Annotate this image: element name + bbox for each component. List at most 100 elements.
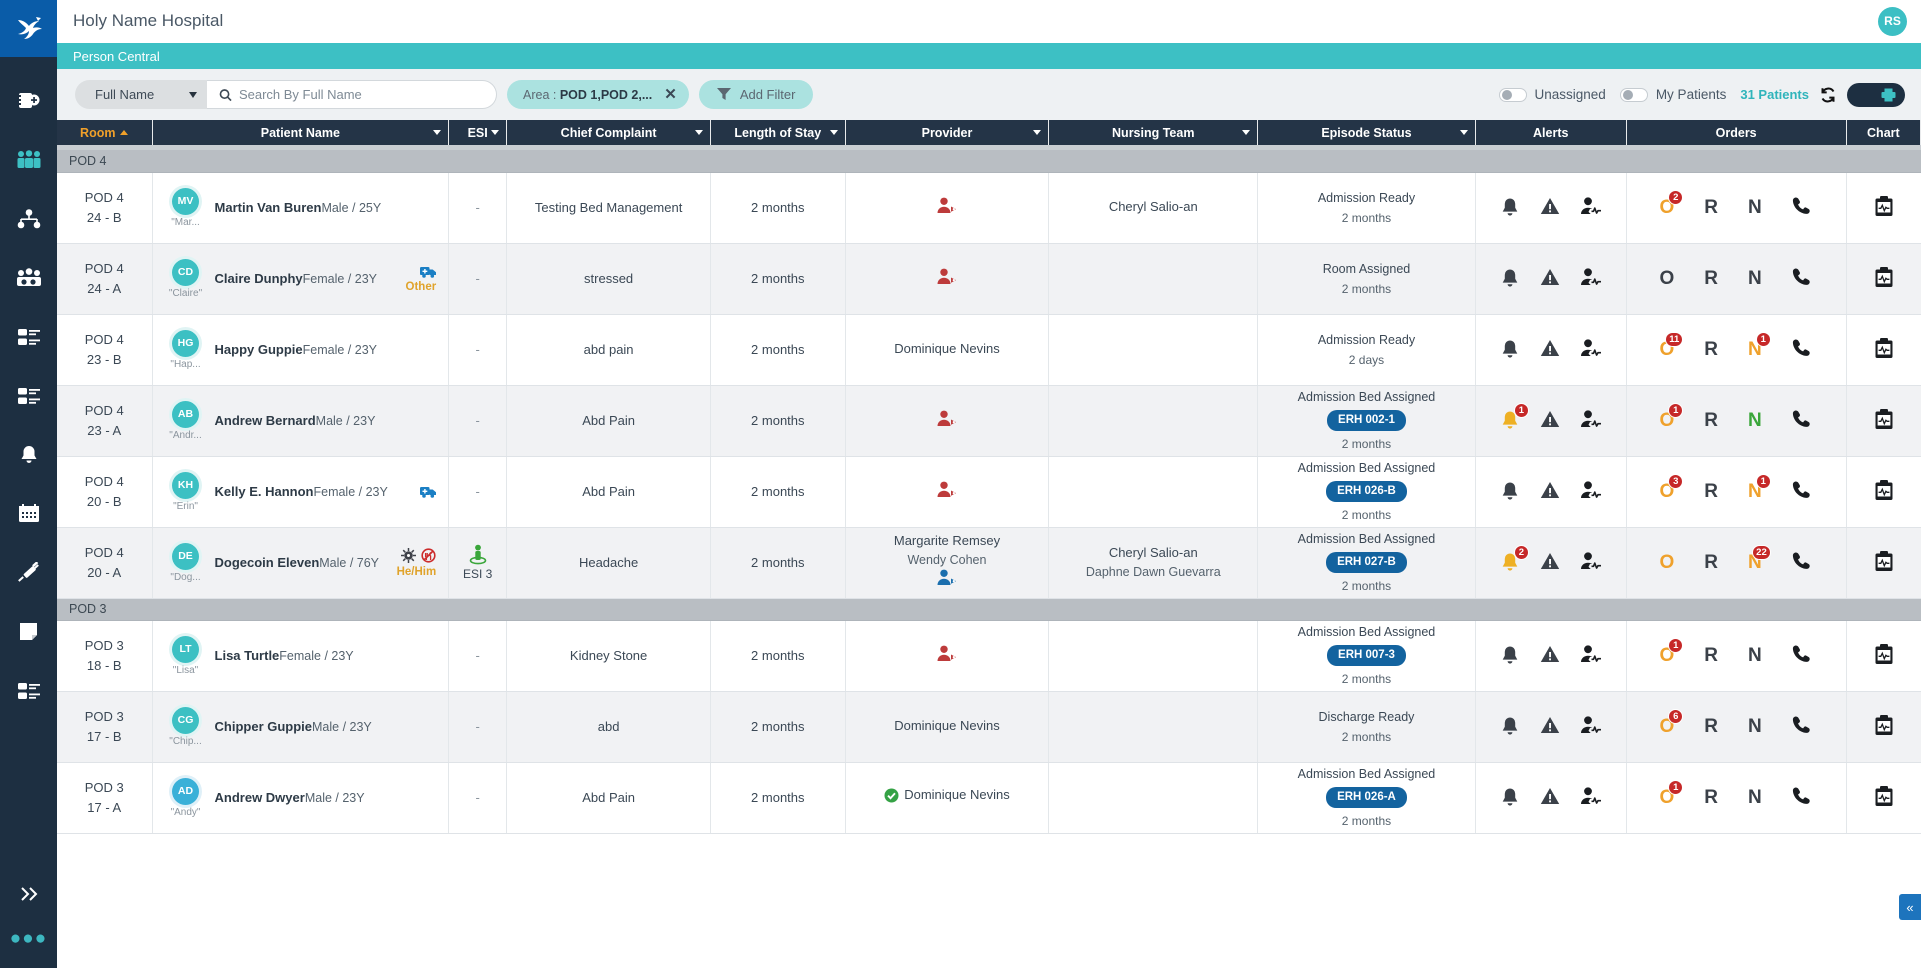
table-row[interactable]: POD 420 - ADE"Dog...Dogecoin ElevenMale … [57, 527, 1921, 598]
alert-warning-button[interactable] [1540, 645, 1560, 666]
alert-bell-button[interactable]: 2 [1500, 552, 1520, 573]
panel-collapse-handle[interactable]: « [1899, 894, 1921, 920]
sidebar-item-notifications[interactable] [0, 425, 57, 484]
cell-chief-complaint[interactable]: Abd Pain [507, 762, 711, 833]
order-o-button[interactable]: O11 [1660, 339, 1675, 361]
cell-room[interactable]: POD 423 - A [57, 385, 152, 456]
cell-episode-status[interactable]: Admission Bed AssignedERH 027-B2 months [1258, 527, 1476, 598]
table-row[interactable]: POD 423 - BHG"Hap...Happy GuppieFemale /… [57, 314, 1921, 385]
column-header-orders[interactable]: Orders [1626, 120, 1846, 145]
order-o-button[interactable]: O1 [1660, 645, 1675, 667]
alert-bell-button[interactable] [1500, 197, 1520, 218]
cell-esi[interactable]: - [449, 762, 507, 833]
cell-room[interactable]: POD 420 - A [57, 527, 152, 598]
cell-patient-name[interactable]: CD"Claire"Claire DunphyFemale / 23YOther [152, 243, 449, 314]
cell-nursing-team[interactable] [1049, 620, 1258, 691]
table-row[interactable]: POD 423 - AAB"Andr...Andrew BernardMale … [57, 385, 1921, 456]
cell-nursing-team[interactable] [1049, 314, 1258, 385]
alert-warning-button[interactable] [1540, 552, 1560, 573]
sidebar-item-add-record[interactable] [0, 71, 57, 130]
sidebar-more-button[interactable]: ●●● [0, 916, 57, 960]
alert-bell-button[interactable] [1500, 268, 1520, 289]
order-phone-button[interactable] [1792, 267, 1813, 290]
cell-length-of-stay[interactable]: 2 months [711, 314, 845, 385]
order-o-button[interactable]: O [1660, 268, 1675, 290]
table-row[interactable]: POD 424 - ACD"Claire"Claire DunphyFemale… [57, 243, 1921, 314]
unassigned-toggle[interactable] [1499, 88, 1527, 102]
order-r-button[interactable]: R [1704, 552, 1718, 574]
open-chart-button[interactable] [1873, 653, 1895, 668]
cell-room[interactable]: POD 317 - B [57, 691, 152, 762]
open-chart-button[interactable] [1873, 418, 1895, 433]
open-chart-button[interactable] [1873, 276, 1895, 291]
cell-chart[interactable] [1846, 243, 1920, 314]
alert-warning-button[interactable] [1540, 268, 1560, 289]
order-o-button[interactable]: O6 [1660, 716, 1675, 738]
cell-episode-status[interactable]: Room Assigned2 months [1258, 243, 1476, 314]
column-menu-icon[interactable] [433, 130, 441, 135]
column-menu-icon[interactable] [1460, 130, 1468, 135]
cell-length-of-stay[interactable]: 2 months [711, 172, 845, 243]
cell-episode-status[interactable]: Admission Bed AssignedERH 026-B2 months [1258, 456, 1476, 527]
column-header-nursing-team[interactable]: Nursing Team [1049, 120, 1258, 145]
cell-nursing-team[interactable] [1049, 762, 1258, 833]
order-n-button[interactable]: N1 [1748, 339, 1762, 361]
sidebar-item-org-chart[interactable] [0, 189, 57, 248]
search-box[interactable] [207, 80, 497, 109]
column-header-room[interactable]: Room [57, 120, 152, 145]
cell-chief-complaint[interactable]: Kidney Stone [507, 620, 711, 691]
table-row[interactable]: POD 424 - BMV"Mar...Martin Van BurenMale… [57, 172, 1921, 243]
cell-episode-status[interactable]: Admission Bed AssignedERH 002-12 months [1258, 385, 1476, 456]
sidebar-item-medications[interactable] [0, 543, 57, 602]
order-o-button[interactable]: O3 [1660, 481, 1675, 503]
alert-bell-button[interactable] [1500, 645, 1520, 666]
alert-warning-button[interactable] [1540, 787, 1560, 808]
table-row[interactable]: POD 317 - AAD"Andy"Andrew DwyerMale / 23… [57, 762, 1921, 833]
cell-room[interactable]: POD 424 - A [57, 243, 152, 314]
column-menu-icon[interactable] [695, 130, 703, 135]
column-header-chief-complaint[interactable]: Chief Complaint [507, 120, 711, 145]
cell-chart[interactable] [1846, 172, 1920, 243]
patient-vitals-button[interactable] [1580, 481, 1602, 503]
column-menu-icon[interactable] [491, 130, 499, 135]
cell-room[interactable]: POD 420 - B [57, 456, 152, 527]
patient-vitals-button[interactable] [1580, 197, 1602, 219]
alert-warning-button[interactable] [1540, 716, 1560, 737]
search-field-select[interactable]: Full Name [75, 80, 207, 109]
alert-bell-button[interactable] [1500, 787, 1520, 808]
order-r-button[interactable]: R [1704, 645, 1718, 667]
cell-provider[interactable]: Dominique Nevins [845, 314, 1049, 385]
cell-chart[interactable] [1846, 314, 1920, 385]
open-chart-button[interactable] [1873, 560, 1895, 575]
column-header-chart[interactable]: Chart [1846, 120, 1920, 145]
column-menu-icon[interactable] [1242, 130, 1250, 135]
cell-provider[interactable] [845, 243, 1049, 314]
patient-vitals-button[interactable] [1580, 645, 1602, 667]
cell-provider[interactable]: Dominique Nevins [845, 762, 1049, 833]
cell-esi[interactable]: ESI 3 [449, 527, 507, 598]
column-header-alerts[interactable]: Alerts [1475, 120, 1626, 145]
cell-chart[interactable] [1846, 691, 1920, 762]
sidebar-item-people[interactable] [0, 130, 57, 189]
cell-length-of-stay[interactable]: 2 months [711, 456, 845, 527]
cell-chart[interactable] [1846, 527, 1920, 598]
cell-patient-name[interactable]: KH"Erin"Kelly E. HannonFemale / 23Y [152, 456, 449, 527]
order-phone-button[interactable] [1792, 196, 1813, 219]
column-header-episode-status[interactable]: Episode Status [1258, 120, 1476, 145]
order-phone-button[interactable] [1792, 715, 1813, 738]
cell-room[interactable]: POD 424 - B [57, 172, 152, 243]
alert-bell-button[interactable] [1500, 339, 1520, 360]
patient-vitals-button[interactable] [1580, 268, 1602, 290]
cell-provider[interactable]: Dominique Nevins [845, 691, 1049, 762]
order-phone-button[interactable] [1792, 551, 1813, 574]
cell-provider[interactable] [845, 620, 1049, 691]
cell-patient-name[interactable]: CG"Chip...Chipper GuppieMale / 23Y [152, 691, 449, 762]
cell-chief-complaint[interactable]: Abd Pain [507, 385, 711, 456]
cell-esi[interactable]: - [449, 385, 507, 456]
order-n-button[interactable]: N [1748, 410, 1762, 432]
order-phone-button[interactable] [1792, 480, 1813, 503]
order-o-button[interactable]: O [1660, 552, 1675, 574]
cell-episode-status[interactable]: Admission Ready2 days [1258, 314, 1476, 385]
table-row[interactable]: POD 420 - BKH"Erin"Kelly E. HannonFemale… [57, 456, 1921, 527]
open-chart-button[interactable] [1873, 795, 1895, 810]
